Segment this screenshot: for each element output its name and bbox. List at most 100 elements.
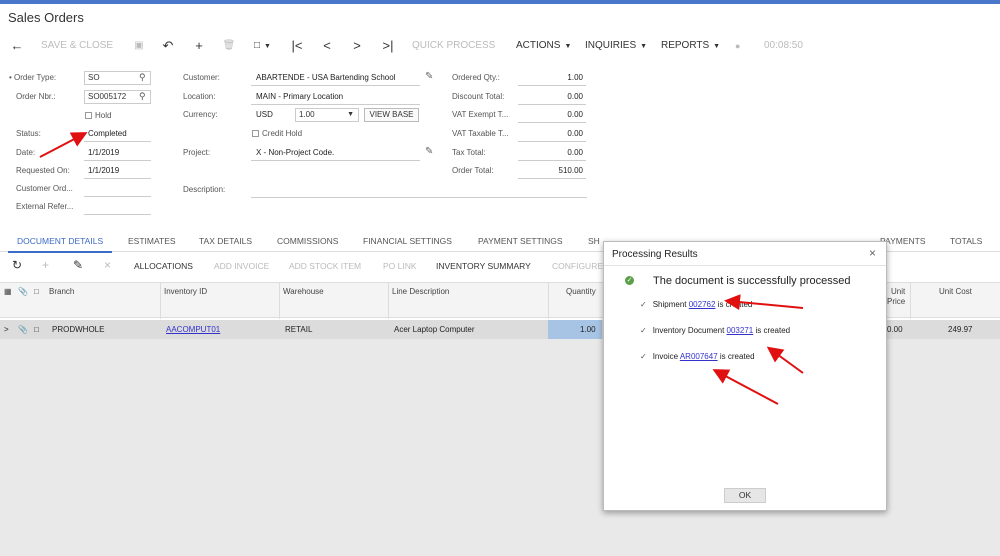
requested-on-label: Requested On: [16, 166, 70, 175]
order-total-underline [518, 178, 586, 179]
last-record-icon[interactable]: >| [381, 36, 395, 56]
row-unit-cost: 249.97 [948, 325, 973, 334]
status-label: Status: [16, 129, 41, 138]
allocations-button[interactable]: ALLOCATIONS [134, 261, 193, 271]
row-inventory-id-link[interactable]: AACOMPUT01 [166, 325, 220, 334]
add-icon[interactable]: + [192, 36, 206, 56]
tax-total-label: Tax Total: [452, 148, 486, 157]
discount-total-label: Discount Total: [452, 92, 505, 101]
back-arrow-icon[interactable]: ← [10, 36, 24, 56]
save-icon[interactable]: ▣ [132, 36, 146, 56]
tab-payment-settings[interactable]: PAYMENT SETTINGS [478, 236, 563, 246]
tab-shipping-settings[interactable]: SH [588, 236, 600, 246]
hold-checkbox[interactable] [85, 112, 92, 119]
date-label: Date: [16, 148, 36, 157]
vat-taxable-underline [518, 141, 586, 142]
check-icon: ✓ [640, 352, 647, 361]
actions-menu[interactable]: ACTIONS ▼ [516, 36, 571, 56]
currency-rate-select[interactable]: 1.00 ▼ [295, 108, 359, 122]
view-base-button[interactable]: VIEW BASE [364, 108, 419, 122]
edit-pencil-icon[interactable]: ✎ [73, 258, 83, 272]
col-warehouse[interactable]: Warehouse [283, 287, 324, 296]
col-branch[interactable]: Branch [49, 287, 74, 296]
result-item-inventory-document: ✓ Inventory Document 003271 is created [640, 326, 790, 335]
credit-hold-checkbox[interactable] [252, 130, 259, 137]
discount-total-value: 0.00 [567, 92, 583, 101]
col-unit-price-line2[interactable]: Price [887, 297, 905, 306]
undo-icon[interactable]: ↶ [161, 36, 175, 56]
add-invoice-button[interactable]: ADD INVOICE [214, 261, 269, 271]
invoice-link[interactable]: AR007647 [680, 352, 718, 361]
vat-taxable-value: 0.00 [567, 129, 583, 138]
result-item-invoice: ✓ Invoice AR007647 is created [640, 352, 755, 361]
customer-order-field[interactable] [84, 196, 151, 197]
delete-icon[interactable]: 🗑 [222, 36, 236, 56]
po-link-button[interactable]: PO LINK [383, 261, 417, 271]
add-stock-item-button[interactable]: ADD STOCK ITEM [289, 261, 361, 271]
search-icon[interactable]: ⚲ [139, 91, 146, 102]
ordered-qty-label: Ordered Qty.: [452, 73, 500, 82]
location-value[interactable]: MAIN - Primary Location [256, 92, 343, 101]
check-icon: ✓ [640, 300, 647, 309]
vat-exempt-label: VAT Exempt T... [452, 110, 509, 119]
next-record-icon[interactable]: > [350, 36, 364, 56]
project-value[interactable]: X - Non-Project Code. [256, 148, 334, 157]
requested-on-value[interactable]: 1/1/2019 [88, 166, 119, 175]
date-value[interactable]: 1/1/2019 [88, 148, 119, 157]
quick-process-button[interactable]: QUICK PROCESS [412, 36, 495, 56]
inquiries-menu[interactable]: INQUIRIES ▼ [585, 36, 647, 56]
delete-row-icon[interactable]: × [104, 258, 111, 272]
row-branch: PRODWHOLE [52, 325, 105, 334]
result-suffix: is created [753, 326, 791, 335]
order-nbr-value: SO005172 [88, 92, 127, 101]
refresh-icon[interactable]: ↻ [12, 258, 22, 272]
edit-pencil-icon[interactable]: ✎ [425, 71, 433, 82]
inventory-document-link[interactable]: 003271 [727, 326, 754, 335]
active-tab-indicator [8, 251, 112, 253]
note-icon: □ [34, 287, 39, 296]
inventory-summary-button[interactable]: INVENTORY SUMMARY [436, 261, 531, 271]
location-label: Location: [183, 92, 216, 101]
col-unit-cost[interactable]: Unit Cost [939, 287, 972, 296]
tab-commissions[interactable]: COMMISSIONS [277, 236, 338, 246]
search-icon[interactable]: ⚲ [139, 72, 146, 83]
tab-financial-settings[interactable]: FINANCIAL SETTINGS [363, 236, 452, 246]
save-close-button[interactable]: SAVE & CLOSE [41, 36, 113, 56]
tab-document-details[interactable]: DOCUMENT DETAILS [17, 236, 103, 246]
project-label: Project: [183, 148, 211, 157]
credit-hold-label: Credit Hold [262, 129, 303, 138]
top-accent-bar [0, 0, 1000, 4]
external-ref-field[interactable] [84, 214, 151, 215]
hold-label: Hold [95, 111, 112, 120]
description-field[interactable] [251, 197, 587, 198]
first-record-icon[interactable]: |< [290, 36, 304, 56]
tab-estimates[interactable]: ESTIMATES [128, 236, 176, 246]
col-unit-price-line1[interactable]: Unit [891, 287, 905, 296]
tab-totals[interactable]: TOTALS [950, 236, 982, 246]
tab-tax-details[interactable]: TAX DETAILS [199, 236, 252, 246]
copy-paste-menu[interactable]: □ ▼ [254, 36, 271, 56]
edit-pencil-icon[interactable]: ✎ [425, 146, 433, 157]
column-divider [548, 283, 549, 319]
note-icon[interactable]: □ [34, 325, 39, 334]
add-row-icon[interactable]: + [42, 258, 49, 272]
col-line-description[interactable]: Line Description [392, 287, 449, 296]
page-title: Sales Orders [8, 10, 84, 25]
result-suffix: is created [715, 300, 753, 309]
col-quantity[interactable]: Quantity [566, 287, 596, 296]
row-expand-icon[interactable]: > [4, 325, 9, 334]
currency-value[interactable]: USD [256, 110, 273, 119]
previous-record-icon[interactable]: < [320, 36, 334, 56]
result-prefix: Shipment [652, 300, 689, 309]
shipment-link[interactable]: 002762 [689, 300, 716, 309]
reports-menu[interactable]: REPORTS ▼ [661, 36, 720, 56]
timer-icon: ● [735, 41, 741, 51]
ok-button[interactable]: OK [724, 488, 766, 503]
configure-button[interactable]: CONFIGURE [552, 261, 603, 271]
attachment-icon[interactable]: 📎 [18, 325, 28, 334]
timer-value: 00:08:50 [764, 40, 803, 51]
col-inventory-id[interactable]: Inventory ID [164, 287, 207, 296]
close-icon[interactable]: × [869, 246, 876, 260]
customer-value[interactable]: ABARTENDE - USA Bartending School [256, 73, 395, 82]
row-quantity[interactable]: 1.00 [580, 325, 596, 334]
